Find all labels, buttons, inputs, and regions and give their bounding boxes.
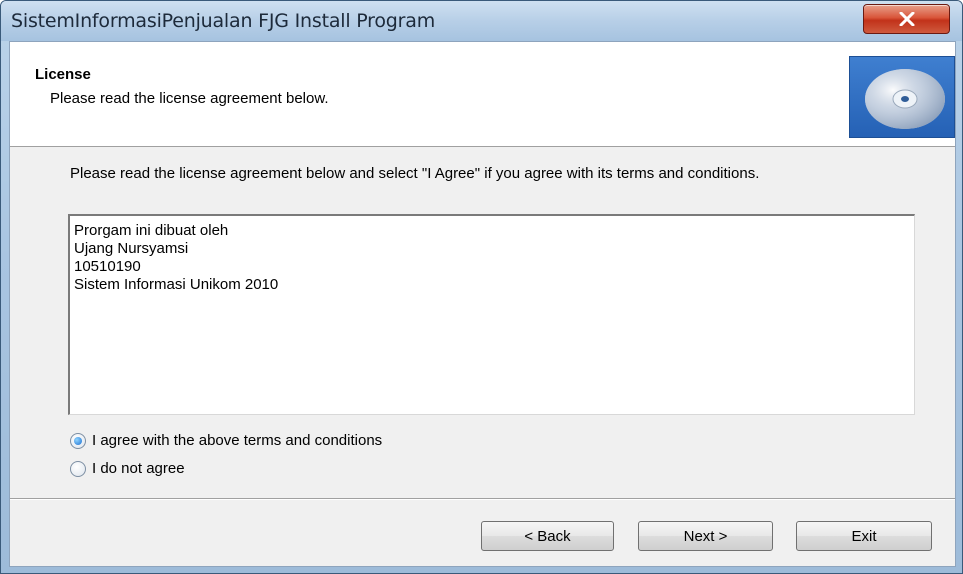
cd-disc-icon [849, 56, 955, 138]
back-button[interactable]: < Back [481, 521, 614, 551]
license-textarea[interactable]: Prorgam ini dibuat oleh Ujang Nursyamsi … [68, 214, 915, 415]
dialog-client-area: License Please read the license agreemen… [9, 41, 956, 567]
license-line: Prorgam ini dibuat oleh [74, 222, 229, 239]
header-panel: License Please read the license agreemen… [10, 42, 955, 147]
disagree-radio[interactable] [70, 460, 86, 477]
disagree-label[interactable]: I do not agree [92, 460, 185, 477]
agree-option[interactable]: I agree with the above terms and conditi… [70, 432, 382, 449]
agree-radio[interactable] [70, 432, 86, 449]
next-button[interactable]: Next > [638, 521, 773, 551]
close-button[interactable] [863, 4, 950, 34]
agree-label[interactable]: I agree with the above terms and conditi… [92, 432, 382, 449]
installer-window: SistemInformasiPenjualan FJG Install Pro… [0, 0, 963, 574]
license-line: 10510190 [74, 258, 141, 275]
page-subtitle: Please read the license agreement below. [50, 90, 329, 107]
license-line: Ujang Nursyamsi [74, 240, 189, 257]
exit-button[interactable]: Exit [796, 521, 932, 551]
window-title: SistemInformasiPenjualan FJG Install Pro… [11, 10, 436, 32]
title-bar[interactable]: SistemInformasiPenjualan FJG Install Pro… [1, 1, 962, 41]
instructions-text: Please read the license agreement below … [70, 165, 760, 182]
close-icon [898, 12, 916, 26]
license-line: Sistem Informasi Unikom 2010 [74, 276, 279, 293]
footer-separator [10, 498, 955, 500]
disagree-option[interactable]: I do not agree [70, 460, 185, 477]
page-title: License [35, 66, 91, 83]
